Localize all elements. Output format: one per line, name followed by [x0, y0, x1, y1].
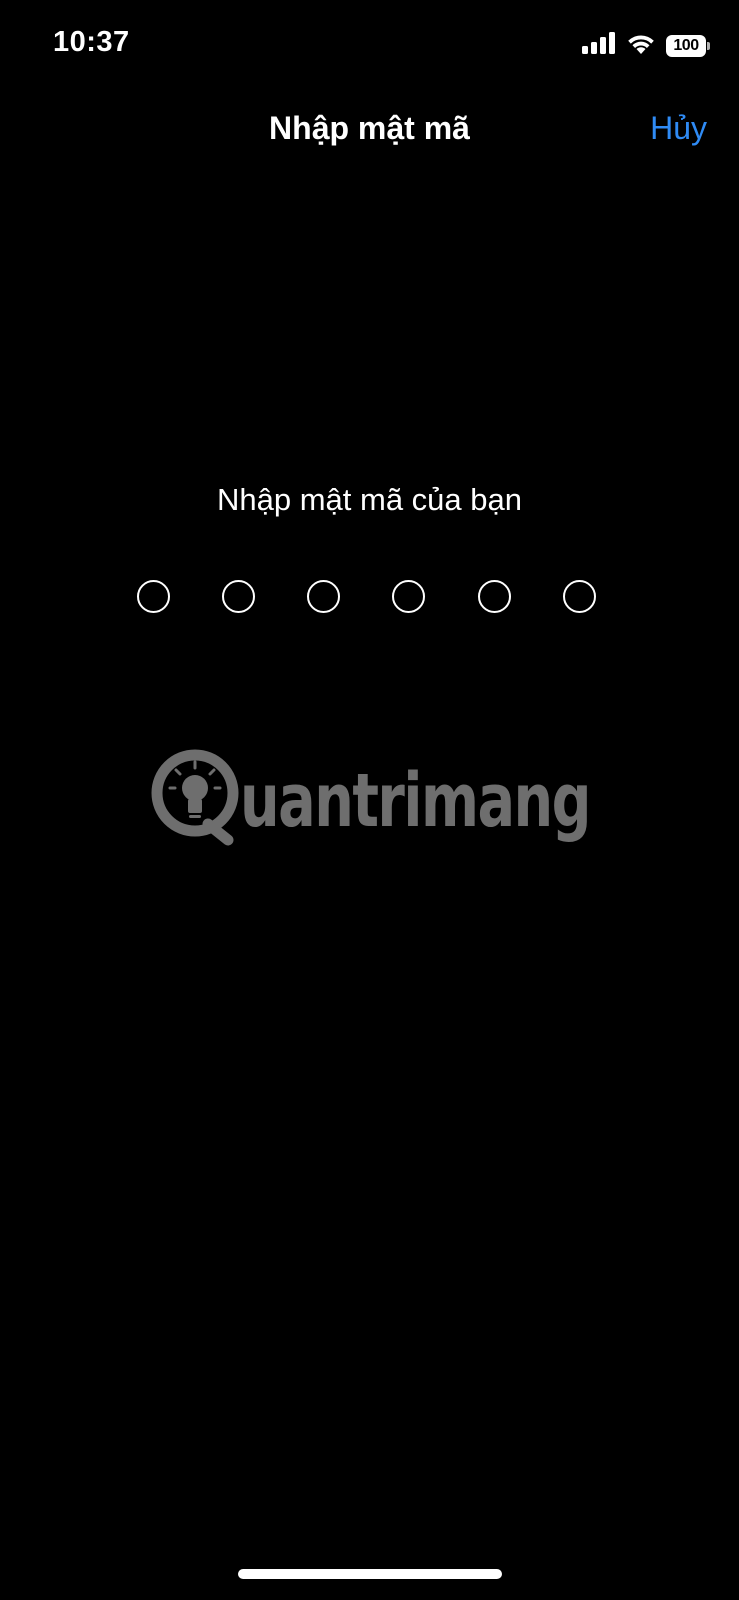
cancel-button[interactable]: Hủy — [650, 110, 707, 147]
passcode-dot-3 — [307, 580, 340, 613]
status-time: 10:37 — [53, 26, 130, 58]
home-indicator[interactable] — [238, 1569, 502, 1579]
cellular-signal-icon — [582, 32, 616, 59]
passcode-dots — [137, 580, 603, 618]
status-icons: 100 — [582, 32, 710, 59]
passcode-dot-5 — [478, 580, 511, 613]
battery-icon: 100 — [666, 34, 710, 57]
watermark-logo: uantrimang — [148, 748, 598, 852]
passcode-dot-6 — [563, 580, 596, 613]
battery-level: 100 — [666, 34, 706, 57]
page-title: Nhập mật mã — [269, 110, 470, 146]
passcode-dot-4 — [392, 580, 425, 613]
passcode-dot-1 — [137, 580, 170, 613]
battery-tip — [707, 41, 710, 50]
wifi-icon — [626, 32, 656, 59]
passcode-dot-2 — [222, 580, 255, 613]
lightbulb-icon — [151, 749, 239, 846]
svg-text:uantrimang: uantrimang — [240, 758, 590, 844]
passcode-prompt: Nhập mật mã của bạn — [216, 482, 522, 517]
nav-bar: Nhập mật mã Hủy — [0, 100, 739, 162]
status-bar: 10:37 100 — [0, 0, 739, 90]
